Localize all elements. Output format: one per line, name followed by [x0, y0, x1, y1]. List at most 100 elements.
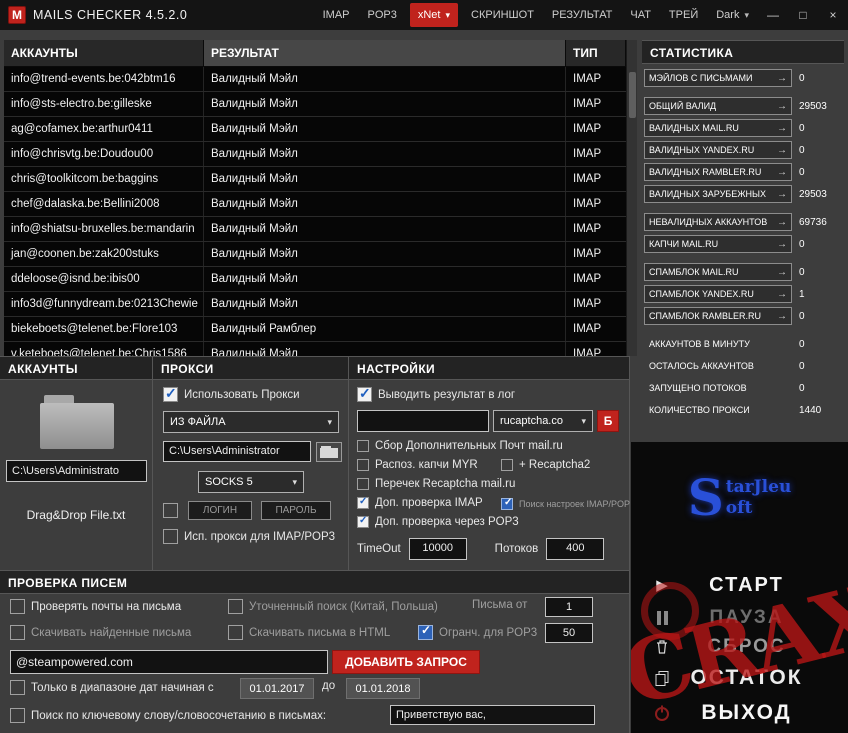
proxy-type-select[interactable]: SOCKS 5 ▾ — [198, 471, 304, 493]
arrow-right-icon — [777, 73, 787, 84]
table-row[interactable]: ddeloose@isnd.be:ibis00 Валидный Мэйл IM… — [4, 267, 626, 292]
stat-label-box[interactable]: СПАМБЛОК RAMBLER.RU — [644, 307, 792, 325]
folder-icon[interactable] — [40, 395, 114, 449]
stat-label-box[interactable]: ВАЛИДНЫХ YANDEX.RU — [644, 141, 792, 159]
imap-settings-search-checkbox[interactable] — [501, 497, 513, 510]
stat-label-box[interactable]: НЕВАЛИДНЫХ АККАУНТОВ — [644, 213, 792, 231]
table-row[interactable]: biekeboets@telenet.be:Flore103 Валидный … — [4, 317, 626, 342]
recaptcha2-checkbox[interactable] — [501, 459, 513, 471]
table-scrollbar[interactable] — [626, 40, 637, 356]
stat-row: АККАУНТОВ В МИНУТУ 0 — [644, 335, 842, 353]
refined-search-checkbox[interactable] — [228, 599, 243, 614]
stat-label-box[interactable]: МЭЙЛОВ С ПИСЬМАМИ — [644, 69, 792, 87]
theme-select[interactable]: Dark ▾ — [707, 0, 758, 30]
menu-xnet-dropdown[interactable]: xNet ▾ — [409, 3, 459, 27]
pause-button[interactable]: ПАУЗА — [631, 605, 848, 631]
imap-check-checkbox[interactable] — [357, 496, 369, 509]
table-row[interactable]: info@sts-electro.be:gilleske Валидный Мэ… — [4, 92, 626, 117]
keyword-input[interactable]: Приветствую вас, — [390, 705, 595, 725]
minimize-button[interactable]: — — [758, 0, 788, 30]
balance-button[interactable]: Б — [597, 410, 619, 432]
timeout-input[interactable]: 10000 — [408, 538, 467, 560]
pop3-limit-checkbox[interactable] — [418, 623, 433, 640]
close-button[interactable]: × — [818, 0, 848, 30]
column-header-accounts[interactable]: АККАУНТЫ — [4, 40, 204, 67]
cell-type: IMAP — [573, 323, 602, 335]
cell-account: info@chrisvtg.be:Doudou00 — [4, 142, 204, 166]
proxy-login-input[interactable]: ЛОГИН — [188, 501, 252, 520]
proxy-password-input[interactable]: ПАРОЛЬ — [261, 501, 331, 520]
stat-row: ВАЛИДНЫХ YANDEX.RU 0 — [644, 141, 842, 159]
stat-label-box[interactable]: КОЛИЧЕСТВО ПРОКСИ — [644, 401, 792, 419]
check-letters-checkbox[interactable] — [10, 599, 25, 614]
stat-row: КАПЧИ MAIL.RU 0 — [644, 235, 842, 253]
menu-chat[interactable]: ЧАТ — [621, 0, 660, 30]
stat-label-box[interactable]: КАПЧИ MAIL.RU — [644, 235, 792, 253]
table-row[interactable]: chef@dalaska.be:Bellini2008 Валидный Мэй… — [4, 192, 626, 217]
arrow-right-icon — [777, 101, 787, 112]
stat-label-box[interactable]: АККАУНТОВ В МИНУТУ — [644, 335, 792, 353]
keyword-search-checkbox[interactable] — [10, 708, 25, 723]
stat-label-box[interactable]: СПАМБЛОК YANDEX.RU — [644, 285, 792, 303]
browse-folder-button[interactable] — [316, 441, 342, 462]
exit-button[interactable]: ВЫХОД — [631, 698, 848, 728]
table-row[interactable]: info3d@funnydream.be:0213Chewie Валидный… — [4, 292, 626, 317]
date-range-checkbox[interactable] — [10, 680, 25, 695]
refined-search-label: Уточненный поиск (Китай, Польша) — [249, 600, 438, 613]
collect-mailru-checkbox[interactable] — [357, 440, 369, 452]
stat-label: ОБЩИЙ ВАЛИД — [649, 101, 717, 111]
stat-label-box[interactable]: ВАЛИДНЫХ ЗАРУБЕЖНЫХ — [644, 185, 792, 203]
settings-panel: НАСТРОЙКИ Выводить результат в лог rucap… — [349, 356, 630, 570]
table-row[interactable]: jan@coonen.be:zak200stuks Валидный Мэйл … — [4, 242, 626, 267]
table-row[interactable]: info@trend-events.be:042btm16 Валидный М… — [4, 67, 626, 92]
use-proxy-checkbox[interactable] — [163, 385, 178, 402]
table-row[interactable]: ag@cofamex.be:arthur0411 Валидный Мэйл I… — [4, 117, 626, 142]
menu-screenshot[interactable]: СКРИНШОТ — [462, 0, 543, 30]
table-row[interactable]: info@chrisvtg.be:Doudou00 Валидный Мэйл … — [4, 142, 626, 167]
menu-imap[interactable]: IMAP — [314, 0, 359, 30]
menu-pop3[interactable]: POP3 — [359, 0, 406, 30]
add-query-button[interactable]: ДОБАВИТЬ ЗАПРОС — [332, 650, 480, 674]
stat-label-box[interactable]: ВАЛИДНЫХ MAIL.RU — [644, 119, 792, 137]
download-html-checkbox[interactable] — [228, 625, 243, 640]
maximize-button[interactable]: □ — [788, 0, 818, 30]
download-found-checkbox[interactable] — [10, 625, 25, 640]
reset-button[interactable]: СБРОС — [631, 634, 848, 660]
stat-label-box[interactable]: ЗАПУЩЕНО ПОТОКОВ — [644, 379, 792, 397]
table-row[interactable]: v.keteboets@telenet.be:Chris1586 Валидны… — [4, 342, 626, 356]
query-input[interactable]: @steampowered.com — [10, 650, 328, 674]
start-button[interactable]: ▶ СТАРТ — [631, 570, 848, 600]
log-output-checkbox[interactable] — [357, 385, 372, 402]
menu-tray[interactable]: ТРЕЙ — [660, 0, 707, 30]
remainder-button[interactable]: ОСТАТОК — [631, 663, 848, 693]
stat-label: ВАЛИДНЫХ MAIL.RU — [649, 123, 739, 133]
stat-label-box[interactable]: ВАЛИДНЫХ RAMBLER.RU — [644, 163, 792, 181]
column-header-type[interactable]: ТИП — [566, 40, 626, 67]
pause-icon — [649, 611, 675, 625]
letters-check-panel: ПРОВЕРКА ПИСЕМ Проверять почты на письма… — [0, 570, 630, 733]
proxy-for-imap-checkbox[interactable] — [163, 529, 178, 544]
captcha-key-input[interactable] — [357, 410, 489, 432]
captcha-service-select[interactable]: rucaptcha.co ▾ — [493, 410, 593, 432]
chevron-down-icon: ▾ — [581, 415, 586, 426]
column-header-result[interactable]: РЕЗУЛЬТАТ — [204, 40, 566, 67]
proxy-auth-checkbox[interactable] — [163, 503, 178, 518]
threads-input[interactable]: 400 — [546, 538, 605, 560]
proxy-path-input[interactable]: C:\Users\Administrator — [163, 441, 311, 462]
menu-result[interactable]: РЕЗУЛЬТАТ — [543, 0, 621, 30]
letters-from-input[interactable]: 1 — [545, 597, 593, 617]
stat-label-box[interactable]: ОБЩИЙ ВАЛИД — [644, 97, 792, 115]
table-scrollbar-thumb[interactable] — [629, 72, 636, 118]
recheck-recaptcha-checkbox[interactable] — [357, 478, 369, 490]
table-row[interactable]: info@shiatsu-bruxelles.be:mandarin Валид… — [4, 217, 626, 242]
table-row[interactable]: chris@toolkitcom.be:baggins Валидный Мэй… — [4, 167, 626, 192]
accounts-path-input[interactable]: C:\Users\Administrato — [6, 460, 147, 482]
date-to-button[interactable]: 01.01.2018 — [346, 678, 420, 699]
pop3-limit-input[interactable]: 50 — [545, 623, 593, 643]
stat-label-box[interactable]: СПАМБЛОК MAIL.RU — [644, 263, 792, 281]
date-from-button[interactable]: 01.01.2017 — [240, 678, 314, 699]
proxy-source-select[interactable]: ИЗ ФАЙЛА ▾ — [163, 411, 339, 433]
stat-label-box[interactable]: ОСТАЛОСЬ АККАУНТОВ — [644, 357, 792, 375]
pop3-check-checkbox[interactable] — [357, 515, 369, 528]
recognize-captcha-checkbox[interactable] — [357, 459, 369, 471]
